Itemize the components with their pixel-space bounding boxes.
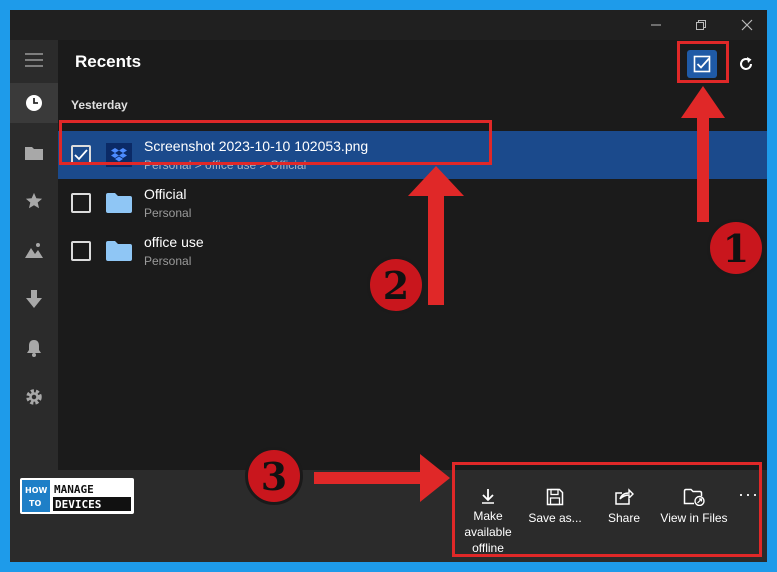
annotation-badge-3: 3 <box>245 447 303 505</box>
annotation-badge-1: 1 <box>707 219 765 277</box>
annotation-badge-2: 2 <box>367 256 425 314</box>
arrow-up-1 <box>681 86 725 222</box>
arrow-right-3 <box>314 454 450 502</box>
